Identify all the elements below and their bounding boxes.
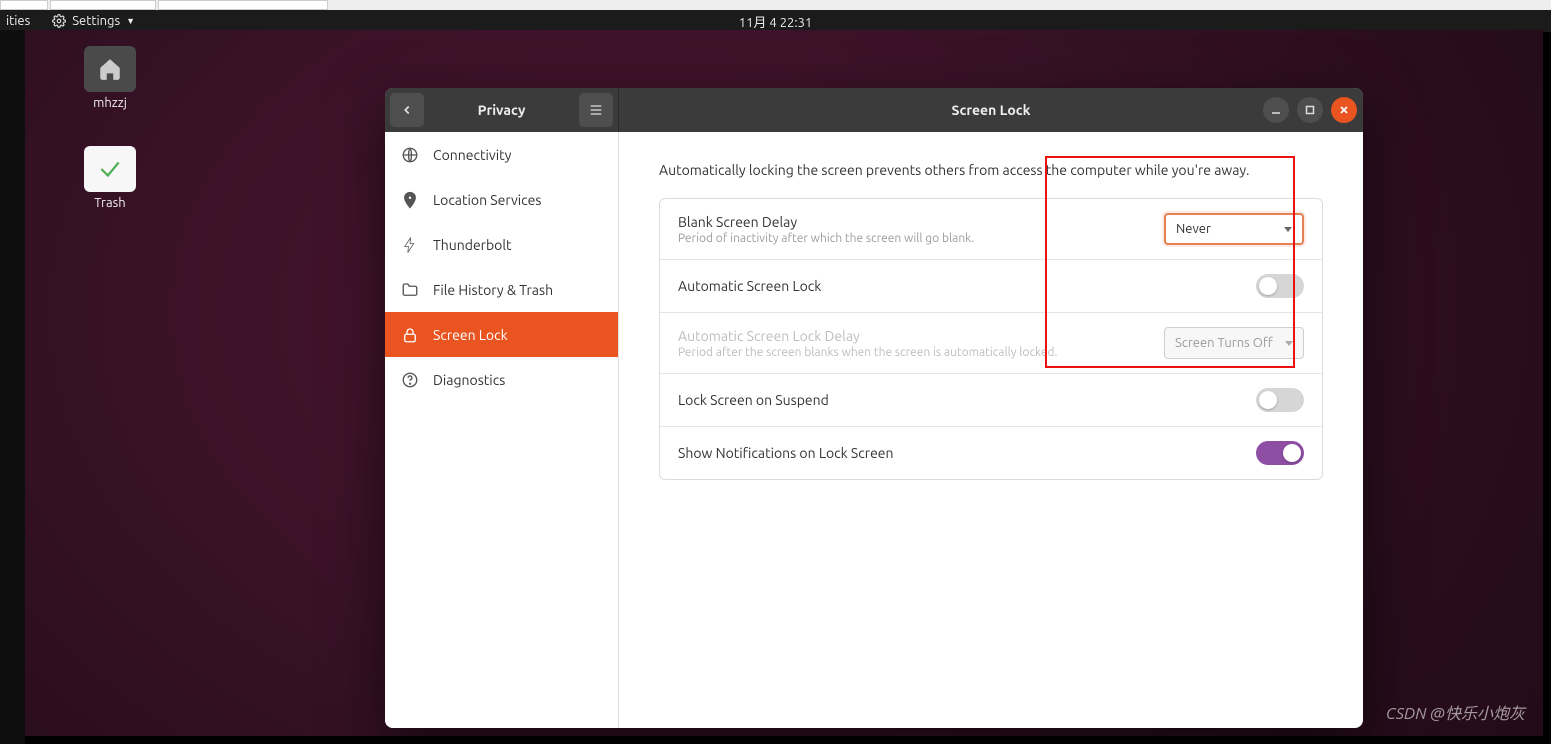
minimize-button[interactable] bbox=[1263, 97, 1289, 123]
row-automatic-screen-lock: Automatic Screen Lock bbox=[660, 259, 1322, 312]
sidebar-item-filehistory[interactable]: File History & Trash bbox=[385, 267, 618, 312]
row-title: Lock Screen on Suspend bbox=[678, 392, 1240, 408]
sidebar: Connectivity Location Services Thunderbo… bbox=[385, 132, 619, 728]
row-subtitle: Period of inactivity after which the scr… bbox=[678, 232, 1148, 245]
dropdown-value: Screen Turns Off bbox=[1175, 336, 1273, 350]
close-button[interactable] bbox=[1331, 97, 1357, 123]
lock-icon bbox=[401, 326, 419, 344]
watermark: CSDN @快乐小炮灰 bbox=[1386, 700, 1525, 724]
row-lock-on-suspend: Lock Screen on Suspend bbox=[660, 373, 1322, 426]
intro-text: Automatically locking the screen prevent… bbox=[659, 160, 1323, 180]
page-title: Screen Lock bbox=[952, 102, 1031, 118]
home-folder-icon[interactable]: mhzzj bbox=[65, 46, 155, 110]
location-icon bbox=[401, 191, 419, 209]
folder-icon bbox=[401, 281, 419, 299]
maximize-button[interactable] bbox=[1297, 97, 1323, 123]
sidebar-item-label: Connectivity bbox=[433, 147, 511, 163]
row-blank-screen-delay: Blank Screen Delay Period of inactivity … bbox=[660, 199, 1322, 259]
auto-lock-delay-dropdown: Screen Turns Off bbox=[1164, 327, 1304, 359]
chevron-down-icon bbox=[1285, 341, 1293, 346]
back-button[interactable] bbox=[390, 93, 424, 127]
gear-icon bbox=[52, 14, 66, 28]
gnome-top-panel: ities Settings ▼ 11月 4 22:31 bbox=[0, 10, 1551, 32]
dropdown-value: Never bbox=[1176, 222, 1211, 236]
sidebar-item-thunderbolt[interactable]: Thunderbolt bbox=[385, 222, 618, 267]
row-title: Automatic Screen Lock Delay bbox=[678, 328, 1148, 344]
app-menu-label[interactable]: Settings bbox=[72, 14, 120, 28]
chevron-down-icon: ▼ bbox=[126, 16, 135, 26]
row-subtitle: Period after the screen blanks when the … bbox=[678, 346, 1148, 359]
settings-list: Blank Screen Delay Period of inactivity … bbox=[659, 198, 1323, 480]
row-auto-lock-delay: Automatic Screen Lock Delay Period after… bbox=[660, 312, 1322, 373]
sidebar-title: Privacy bbox=[429, 102, 574, 118]
sidebar-item-location[interactable]: Location Services bbox=[385, 177, 618, 222]
content-pane: Automatically locking the screen prevent… bbox=[619, 132, 1363, 728]
desktop-background: mhzzj Trash Privacy Screen Lock bbox=[25, 30, 1543, 736]
sidebar-item-screenlock[interactable]: Screen Lock bbox=[385, 312, 618, 357]
chevron-down-icon bbox=[1284, 227, 1292, 232]
lock-on-suspend-toggle[interactable] bbox=[1256, 388, 1304, 412]
row-title: Show Notifications on Lock Screen bbox=[678, 445, 1240, 461]
globe-icon bbox=[401, 146, 419, 164]
row-notifications-lock: Show Notifications on Lock Screen bbox=[660, 426, 1322, 479]
clock[interactable]: 11月 4 22:31 bbox=[739, 12, 812, 31]
automatic-screen-lock-toggle[interactable] bbox=[1256, 274, 1304, 298]
dock bbox=[0, 30, 25, 744]
sidebar-item-label: Screen Lock bbox=[433, 327, 508, 343]
row-title: Blank Screen Delay bbox=[678, 214, 1148, 230]
sidebar-item-label: Thunderbolt bbox=[433, 237, 512, 253]
blank-screen-delay-dropdown[interactable]: Never bbox=[1164, 213, 1304, 245]
sidebar-item-diagnostics[interactable]: Diagnostics bbox=[385, 357, 618, 402]
titlebar[interactable]: Privacy Screen Lock bbox=[385, 88, 1363, 132]
sidebar-item-connectivity[interactable]: Connectivity bbox=[385, 132, 618, 177]
hamburger-menu-button[interactable] bbox=[579, 93, 613, 127]
browser-tabs-strip bbox=[0, 0, 1551, 10]
home-folder-label: mhzzj bbox=[65, 96, 155, 110]
trash-icon[interactable]: Trash bbox=[65, 146, 155, 210]
sidebar-item-label: Location Services bbox=[433, 192, 541, 208]
sidebar-item-label: Diagnostics bbox=[433, 372, 505, 388]
row-title: Automatic Screen Lock bbox=[678, 278, 1240, 294]
sidebar-item-label: File History & Trash bbox=[433, 282, 553, 298]
notifications-lock-toggle[interactable] bbox=[1256, 441, 1304, 465]
activities-text[interactable]: ities bbox=[6, 14, 30, 28]
settings-window: Privacy Screen Lock Connectivity bbox=[385, 88, 1363, 728]
trash-label: Trash bbox=[65, 196, 155, 210]
question-icon bbox=[401, 371, 419, 389]
thunderbolt-icon bbox=[401, 236, 419, 254]
